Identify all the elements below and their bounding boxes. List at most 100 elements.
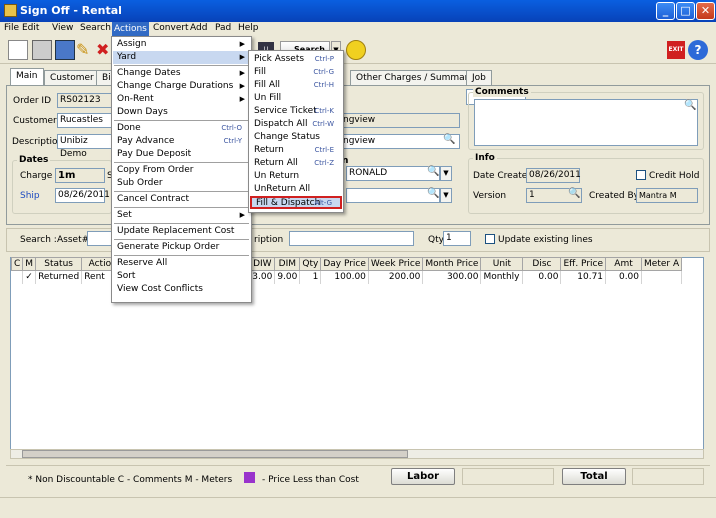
menu-item-generate-pickup-order[interactable]: Generate Pickup Order [113, 241, 250, 254]
menu-item-assign[interactable]: Assign ▶ [113, 38, 250, 51]
exit-icon[interactable]: EXIT [667, 41, 685, 59]
grid-cell[interactable]: 3.00 [249, 270, 276, 284]
update-existing-checkbox[interactable] [485, 234, 495, 244]
scrollbar-thumb[interactable] [22, 450, 408, 458]
menu-item-sub-order[interactable]: Sub Order [113, 177, 250, 190]
grid-cell[interactable]: 10.71 [560, 270, 607, 284]
town-field-2[interactable]: ngview [340, 134, 460, 149]
menu-item-change-charge-durations[interactable]: Change Charge Durations ▶ [113, 80, 250, 93]
search-icon[interactable]: 🔍 [443, 134, 455, 145]
menu-item-un-fill[interactable]: Un Fill [250, 92, 342, 105]
rep-field[interactable]: RONALD [346, 166, 440, 181]
menu-item-fill[interactable]: Fill Ctrl-G [250, 66, 342, 79]
rep2-search-icon[interactable]: 🔍 [427, 188, 439, 199]
grid-column-header[interactable]: Day Price [320, 257, 369, 271]
grid-column-header[interactable]: Meter A [641, 257, 683, 271]
menu-item-pay-advance[interactable]: Pay Advance Ctrl-Y [113, 135, 250, 148]
menu-actions[interactable]: Actions [112, 22, 149, 36]
grid-cell[interactable]: Returned [35, 270, 83, 284]
comments-textarea[interactable] [474, 99, 698, 146]
order-id-field[interactable]: RS02123 [57, 93, 119, 108]
rep-dropdown-icon[interactable]: ▼ [440, 166, 452, 181]
rep2-field[interactable] [346, 188, 440, 203]
description-field[interactable]: Unibiz Demo [57, 134, 112, 159]
menu-item-fill-all[interactable]: Fill All Ctrl-H [250, 79, 342, 92]
ship-date-field[interactable]: 08/26/2011 [55, 188, 110, 203]
tab-main[interactable]: Main [10, 68, 44, 85]
grid-column-header[interactable]: Amt [605, 257, 643, 271]
grid-column-header[interactable]: Unit [480, 257, 524, 271]
rep2-dropdown-icon[interactable]: ▼ [440, 188, 452, 203]
menu-convert[interactable]: Convert [153, 23, 189, 33]
tab-job[interactable]: Job [466, 70, 492, 85]
maximize-icon[interactable]: □ [676, 2, 695, 20]
credit-hold-checkbox[interactable] [636, 170, 646, 180]
town-field-1[interactable]: ngview [340, 113, 460, 128]
menu-item-dispatch-all[interactable]: Dispatch All Ctrl-W [250, 118, 342, 131]
grid-column-header[interactable]: Status [35, 257, 83, 271]
menu-item-sort[interactable]: Sort [113, 270, 250, 283]
menu-item-on-rent[interactable]: On-Rent ▶ [113, 93, 250, 106]
menu-item-copy-from-order[interactable]: Copy From Order [113, 164, 250, 177]
new-icon[interactable] [8, 40, 28, 60]
qty-input[interactable]: 1 [443, 231, 471, 246]
menu-item-fill-dispatch[interactable]: Fill & Dispatch Alt-G [250, 196, 342, 209]
rep-search-icon[interactable]: 🔍 [427, 166, 439, 177]
menu-item-unreturn-all[interactable]: UnReturn All [250, 183, 342, 196]
menu-help[interactable]: Help [238, 23, 259, 33]
total-button[interactable]: Total [562, 468, 626, 485]
grid-cell[interactable]: Monthly [480, 270, 524, 284]
menu-item-pay-due-deposit[interactable]: Pay Due Deposit [113, 148, 250, 161]
asset-input[interactable] [87, 231, 113, 246]
edit-icon[interactable]: ✎ [76, 40, 96, 60]
grid-cell[interactable] [641, 270, 683, 284]
ship-link[interactable]: Ship [20, 191, 40, 201]
charge-field[interactable]: 1m [55, 168, 105, 183]
smiley-icon[interactable] [346, 40, 366, 60]
menu-item-set[interactable]: Set ▶ [113, 209, 250, 222]
menu-view[interactable]: View [52, 23, 73, 33]
menu-item-return[interactable]: Return Ctrl-E [250, 144, 342, 157]
grid-cell[interactable]: 0.00 [605, 270, 643, 284]
description-search-input[interactable] [289, 231, 414, 246]
menu-item-service-ticket[interactable]: Service Ticket Ctrl-K [250, 105, 342, 118]
menu-item-yard[interactable]: Yard ▶ [113, 51, 250, 64]
labor-button[interactable]: Labor [391, 468, 455, 485]
menu-item-reserve-all[interactable]: Reserve All [113, 257, 250, 270]
menu-item-done[interactable]: Done Ctrl-O [113, 122, 250, 135]
grid-column-header[interactable]: DIW [249, 257, 276, 271]
grid-column-header[interactable]: DIM [274, 257, 301, 271]
menu-item-cancel-contract[interactable]: Cancel Contract [113, 193, 250, 206]
menu-item-change-status[interactable]: Change Status [250, 131, 342, 144]
grid-cell[interactable]: 200.00 [368, 270, 424, 284]
grid-cell[interactable]: ✓ [22, 270, 37, 284]
menu-item-update-replacement-cost[interactable]: Update Replacement Cost [113, 225, 250, 238]
grid-column-header[interactable]: Week Price [367, 257, 424, 271]
close-icon[interactable]: ✕ [696, 2, 715, 20]
menu-item-view-cost-conflicts[interactable]: View Cost Conflicts [113, 283, 250, 296]
grid-column-header[interactable]: Month Price [422, 257, 482, 271]
tab-other-charges[interactable]: Other Charges / Summary [350, 70, 480, 85]
grid-cell[interactable]: 0.00 [522, 270, 562, 284]
grid-cell[interactable]: 100.00 [320, 270, 369, 284]
grid-column-header[interactable]: M [22, 257, 37, 271]
grid-column-header[interactable]: C [10, 257, 24, 271]
grid-cell[interactable]: 9.00 [274, 270, 301, 284]
grid-column-header[interactable]: Disc [522, 257, 562, 271]
menu-item-change-dates[interactable]: Change Dates ▶ [113, 67, 250, 80]
menu-search[interactable]: Search [80, 23, 111, 33]
menu-item-down-days[interactable]: Down Days [113, 106, 250, 119]
grid-cell[interactable] [11, 270, 24, 284]
menu-item-return-all[interactable]: Return All Ctrl-Z [250, 157, 342, 170]
print-icon[interactable] [32, 40, 52, 60]
help-icon[interactable]: ? [688, 40, 708, 60]
customer-field[interactable]: Rucastles [57, 113, 119, 128]
horizontal-scrollbar[interactable] [10, 449, 704, 459]
menu-add[interactable]: Add [190, 23, 207, 33]
grid-cell[interactable]: 300.00 [422, 270, 482, 284]
menu-item-un-return[interactable]: Un Return [250, 170, 342, 183]
menu-file[interactable]: File [4, 23, 19, 33]
grid-cell[interactable]: 1 [299, 270, 322, 284]
menu-edit[interactable]: Edit [22, 23, 39, 33]
minimize-icon[interactable]: _ [656, 2, 675, 20]
